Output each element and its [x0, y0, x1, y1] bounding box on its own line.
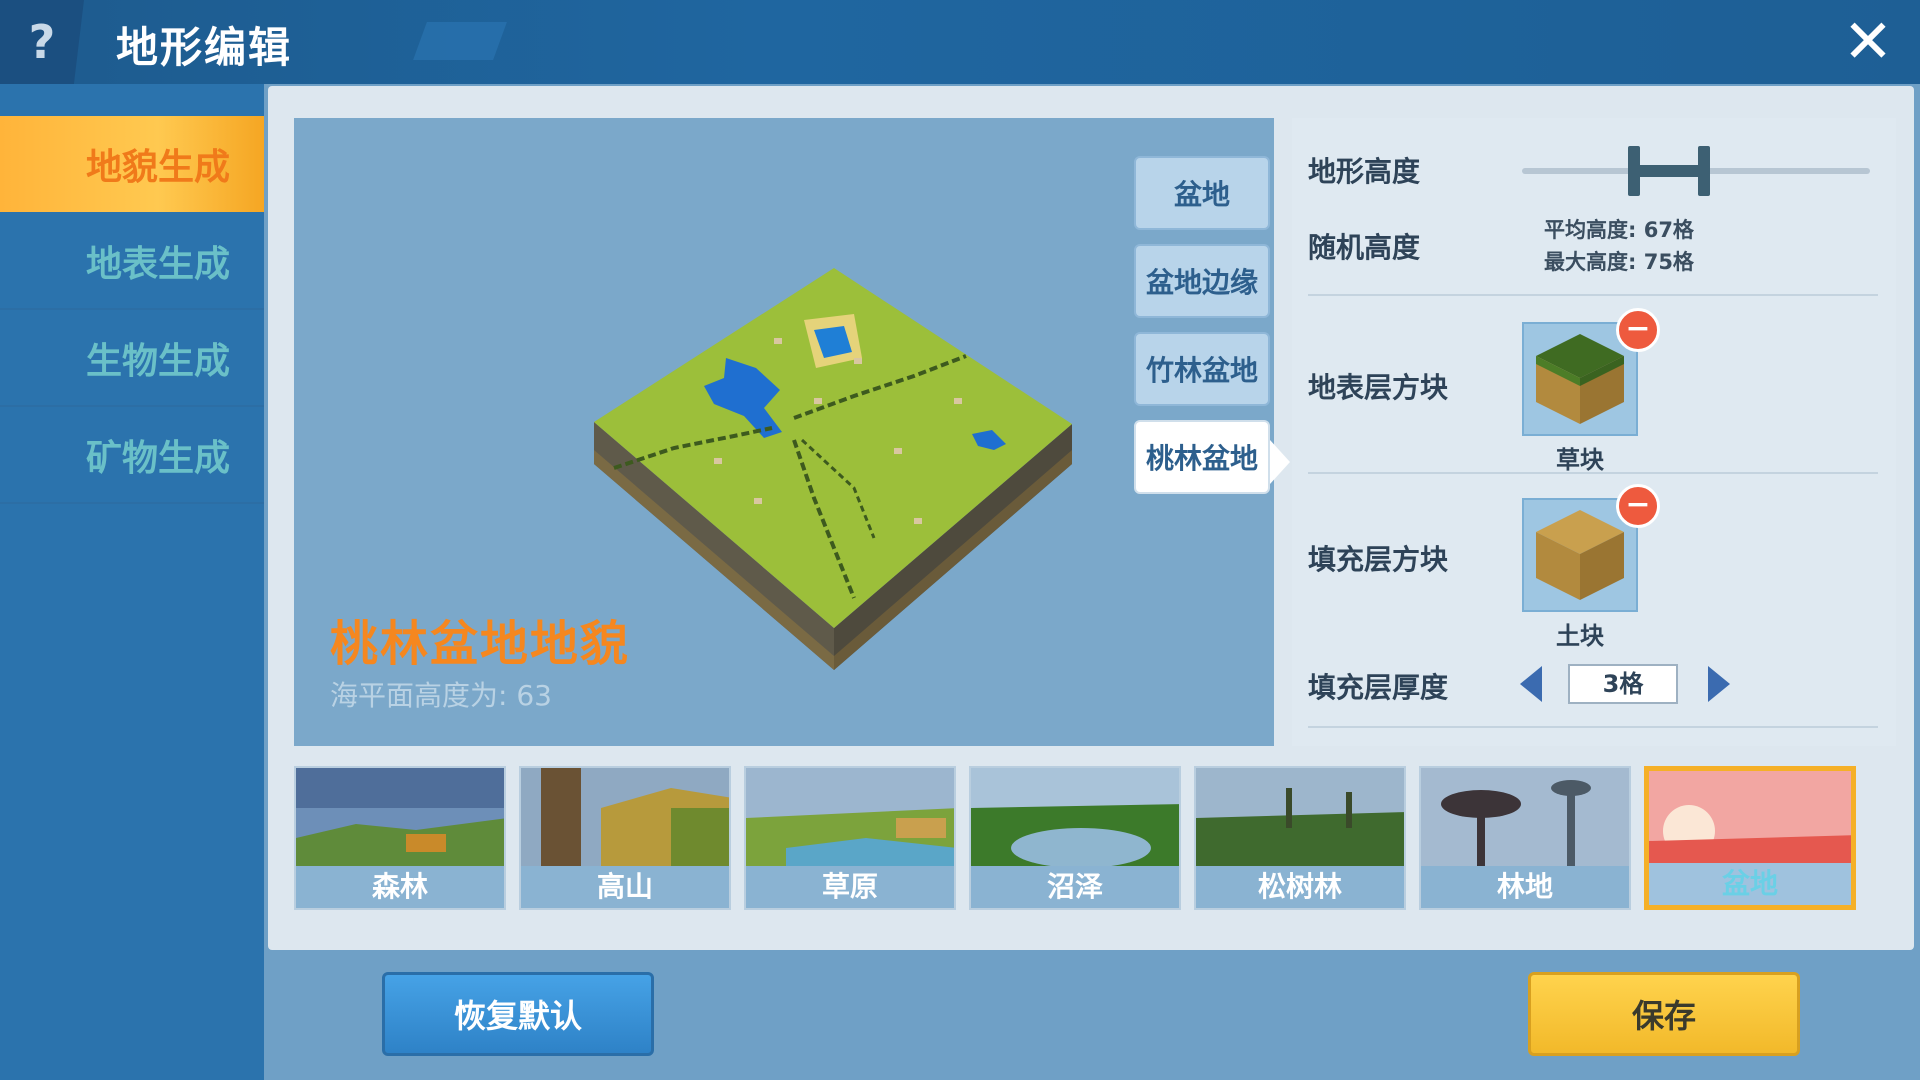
sidebar-item-minerals[interactable]: 矿物生成: [0, 408, 264, 504]
save-button[interactable]: 保存: [1528, 972, 1800, 1056]
biome-label: 盆地: [1649, 863, 1851, 905]
fill-thickness-value: 3格: [1568, 664, 1678, 704]
swamp-scene-icon: [971, 768, 1179, 868]
avg-height-text: 平均高度: 67格: [1544, 218, 1694, 242]
decrease-thickness-icon[interactable]: [1520, 666, 1542, 702]
woodland-scene-icon: [1421, 768, 1629, 868]
divider: [1308, 726, 1878, 728]
basin-scene-icon: [1649, 771, 1851, 871]
biome-swamp[interactable]: 沼泽: [969, 766, 1181, 910]
help-button[interactable]: ?: [0, 0, 84, 84]
surface-block-name: 草块: [1556, 446, 1604, 474]
page-title: 地形编辑: [116, 23, 293, 72]
sidebar: 地貌生成 地表生成 生物生成 矿物生成: [0, 84, 264, 1080]
biome-woodland[interactable]: 林地: [1419, 766, 1631, 910]
remove-fill-block-button[interactable]: −: [1616, 484, 1660, 528]
title-bar: ? 地形编辑 ✕: [0, 0, 1920, 84]
divider: [1308, 294, 1878, 296]
close-button[interactable]: ✕: [1838, 12, 1898, 72]
selected-pointer-icon: [1270, 440, 1290, 484]
biome-label: 林地: [1421, 866, 1629, 908]
header-decoration: [413, 22, 507, 60]
subtype-bamboo-basin-button[interactable]: 竹林盆地: [1134, 332, 1270, 406]
remove-surface-block-button[interactable]: −: [1616, 308, 1660, 352]
biome-forest[interactable]: 森林: [294, 766, 506, 910]
biome-mountain[interactable]: 高山: [519, 766, 731, 910]
fill-block-name: 土块: [1556, 622, 1604, 650]
biome-grassland[interactable]: 草原: [744, 766, 956, 910]
mountain-scene-icon: [521, 768, 729, 868]
biome-label: 沼泽: [971, 866, 1179, 908]
slider-min-handle[interactable]: [1628, 146, 1640, 196]
increase-thickness-icon[interactable]: [1708, 666, 1730, 702]
surface-block-label: 地表层方块: [1308, 371, 1449, 404]
biome-basin[interactable]: 盆地: [1644, 766, 1856, 910]
subtype-basin-button[interactable]: 盆地: [1134, 156, 1270, 230]
slider-max-handle[interactable]: [1698, 146, 1710, 196]
biome-label: 森林: [296, 866, 504, 908]
max-height-text: 最大高度: 75格: [1544, 250, 1694, 274]
preview-title: 桃林盆地地貌: [330, 616, 631, 672]
terrain-height-label: 地形高度: [1308, 155, 1421, 188]
sidebar-item-surface[interactable]: 地表生成: [0, 214, 264, 310]
fill-thickness-label: 填充层厚度: [1308, 671, 1449, 704]
forest-scene-icon: [296, 768, 504, 868]
sea-level-text: 海平面高度为: 63: [330, 679, 552, 712]
terrain-preview: 桃林盆地地貌 海平面高度为: 63 盆地 盆地边缘 竹林盆地 桃林盆地: [294, 118, 1290, 746]
biome-pine-forest[interactable]: 松树林: [1194, 766, 1406, 910]
sidebar-item-landform[interactable]: 地貌生成: [0, 116, 264, 212]
subtype-peach-basin-button[interactable]: 桃林盆地: [1134, 420, 1270, 494]
random-height-label: 随机高度: [1308, 231, 1421, 264]
sidebar-item-creatures[interactable]: 生物生成: [0, 311, 264, 407]
settings-panel: 地形高度 随机高度 平均高度: 67格 最大高度: 75格 地表层方块 − 草块…: [1292, 118, 1896, 746]
pine-forest-scene-icon: [1196, 768, 1404, 868]
biome-label: 草原: [746, 866, 954, 908]
reset-default-button[interactable]: 恢复默认: [382, 972, 654, 1056]
grassland-scene-icon: [746, 768, 954, 868]
biome-label: 松树林: [1196, 866, 1404, 908]
biome-label: 高山: [521, 866, 729, 908]
fill-block-label: 填充层方块: [1308, 543, 1449, 576]
divider: [1308, 472, 1878, 474]
subtype-basin-edge-button[interactable]: 盆地边缘: [1134, 244, 1270, 318]
